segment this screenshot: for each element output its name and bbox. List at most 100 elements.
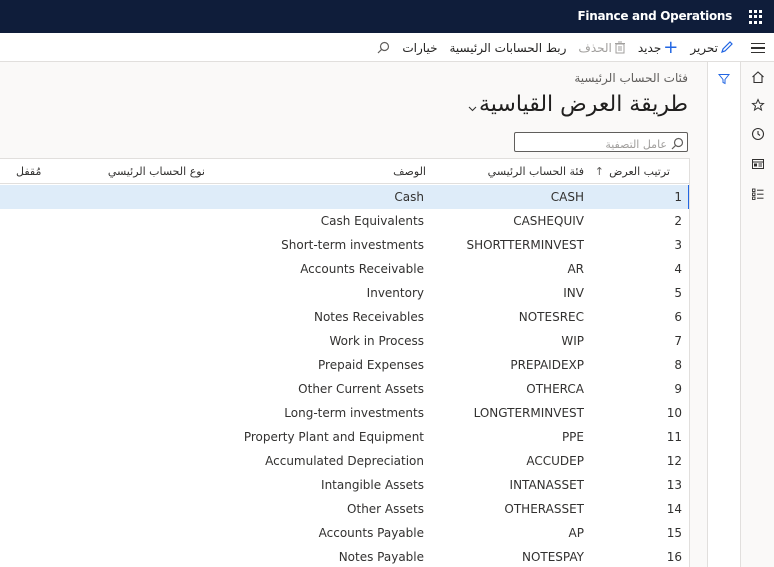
description-cell[interactable]: Accounts Payable bbox=[319, 526, 424, 540]
options-button[interactable]: خيارات bbox=[402, 41, 437, 55]
page-title[interactable]: طريقة العرض القياسية bbox=[479, 92, 688, 117]
category-cell[interactable]: SHORTTERMINVEST bbox=[466, 238, 584, 252]
category-cell[interactable]: OTHERASSET bbox=[504, 502, 584, 516]
app-launcher-icon[interactable] bbox=[749, 10, 763, 24]
link-main-accounts-button[interactable]: ربط الحسابات الرئيسية bbox=[450, 41, 567, 55]
table-row[interactable]: 13 INTANASSET Intangible Assets bbox=[0, 473, 689, 497]
description-cell[interactable]: Intangible Assets bbox=[321, 478, 424, 492]
description-cell[interactable]: Accumulated Depreciation bbox=[265, 454, 424, 468]
table-row[interactable]: 14 OTHERASSET Other Assets bbox=[0, 497, 689, 521]
action-search-button[interactable] bbox=[375, 41, 390, 56]
filter-icon[interactable] bbox=[717, 70, 731, 89]
description-cell[interactable]: Other Assets bbox=[347, 502, 424, 516]
description-cell[interactable]: Cash Equivalents bbox=[321, 214, 424, 228]
display-order-cell[interactable]: 1 bbox=[674, 190, 682, 204]
table-row[interactable]: 5 INV Inventory bbox=[0, 281, 689, 305]
display-order-cell[interactable]: 4 bbox=[674, 262, 682, 276]
navigation-bar bbox=[740, 62, 774, 567]
display-order-cell[interactable]: 7 bbox=[674, 334, 682, 348]
filter-input[interactable] bbox=[515, 135, 687, 154]
table-row[interactable]: 12 ACCUDEP Accumulated Depreciation bbox=[0, 449, 689, 473]
display-order-cell[interactable]: 9 bbox=[674, 382, 682, 396]
hamburger-menu-icon[interactable] bbox=[751, 43, 765, 53]
table-row[interactable]: 7 WIP Work in Process bbox=[0, 329, 689, 353]
category-cell[interactable]: NOTESREC bbox=[519, 310, 584, 324]
table-row[interactable]: 9 OTHERCA Other Current Assets bbox=[0, 377, 689, 401]
new-button[interactable]: + جديد bbox=[638, 37, 679, 58]
table-row[interactable]: 10 LONGTERMINVEST Long-term investments bbox=[0, 401, 689, 425]
table-row[interactable]: 2 CASHEQUIV Cash Equivalents bbox=[0, 209, 689, 233]
table-row[interactable]: 6 NOTESREC Notes Receivables bbox=[0, 305, 689, 329]
chevron-down-icon[interactable] bbox=[468, 104, 477, 113]
category-cell[interactable]: NOTESPAY bbox=[522, 550, 584, 564]
trash-icon bbox=[614, 41, 626, 56]
table-row[interactable]: 4 AR Accounts Receivable bbox=[0, 257, 689, 281]
description-cell[interactable]: Accounts Receivable bbox=[300, 262, 424, 276]
action-pane: تحرير + جديد الحذف ربط الحسابات الرئيسية… bbox=[0, 33, 774, 62]
display-order-cell[interactable]: 10 bbox=[667, 406, 682, 420]
pencil-icon bbox=[720, 40, 734, 56]
column-header-locked[interactable]: مُقفل bbox=[16, 165, 41, 178]
category-cell[interactable]: ACCUDEP bbox=[526, 454, 584, 468]
display-order-cell[interactable]: 3 bbox=[674, 238, 682, 252]
description-cell[interactable]: Property Plant and Equipment bbox=[244, 430, 424, 444]
display-order-cell[interactable]: 13 bbox=[667, 478, 682, 492]
description-cell[interactable]: Work in Process bbox=[330, 334, 424, 348]
column-header-account-type[interactable]: نوع الحساب الرئيسي bbox=[108, 165, 205, 178]
workspace-icon[interactable] bbox=[750, 157, 766, 173]
category-cell[interactable]: INV bbox=[563, 286, 584, 300]
description-cell[interactable]: Prepaid Expenses bbox=[318, 358, 424, 372]
display-order-cell[interactable]: 16 bbox=[667, 550, 682, 564]
column-header-display-order[interactable]: ترتيب العرض bbox=[609, 165, 670, 178]
plus-icon: + bbox=[663, 37, 679, 58]
home-icon[interactable] bbox=[750, 70, 766, 86]
table-row[interactable]: 11 PPE Property Plant and Equipment bbox=[0, 425, 689, 449]
filter-box bbox=[514, 132, 688, 154]
description-cell[interactable]: Short-term investments bbox=[281, 238, 424, 252]
link-label: ربط الحسابات الرئيسية bbox=[449, 41, 567, 55]
display-order-cell[interactable]: 2 bbox=[674, 214, 682, 228]
grid-header: ترتيب العرض ↑ فئة الحساب الرئيسي الوصف ن… bbox=[0, 159, 689, 184]
edit-button[interactable]: تحرير bbox=[690, 40, 734, 56]
category-cell[interactable]: AR bbox=[567, 262, 584, 276]
options-label: خيارات bbox=[402, 41, 438, 55]
column-header-category[interactable]: فئة الحساب الرئيسي bbox=[488, 165, 584, 178]
category-cell[interactable]: PREPAIDEXP bbox=[510, 358, 584, 372]
category-cell[interactable]: CASH bbox=[551, 190, 584, 204]
description-cell[interactable]: Notes Payable bbox=[339, 550, 424, 564]
display-order-cell[interactable]: 11 bbox=[667, 430, 682, 444]
modules-list-icon[interactable] bbox=[750, 187, 766, 203]
description-cell[interactable]: Long-term investments bbox=[284, 406, 424, 420]
display-order-cell[interactable]: 8 bbox=[674, 358, 682, 372]
app-title[interactable]: Finance and Operations bbox=[578, 9, 733, 23]
display-order-cell[interactable]: 14 bbox=[667, 502, 682, 516]
display-order-cell[interactable]: 12 bbox=[667, 454, 682, 468]
delete-label: الحذف bbox=[578, 41, 612, 55]
column-header-description[interactable]: الوصف bbox=[393, 165, 426, 178]
table-row[interactable]: 8 PREPAIDEXP Prepaid Expenses bbox=[0, 353, 689, 377]
delete-button[interactable]: الحذف bbox=[578, 41, 625, 56]
star-icon[interactable] bbox=[750, 98, 766, 114]
table-row[interactable]: 3 SHORTTERMINVEST Short-term investments bbox=[0, 233, 689, 257]
search-icon bbox=[377, 41, 390, 56]
edit-label: تحرير bbox=[690, 41, 718, 55]
description-cell[interactable]: Cash bbox=[394, 190, 424, 204]
description-cell[interactable]: Notes Receivables bbox=[314, 310, 424, 324]
table-row[interactable]: 1 CASH Cash bbox=[0, 185, 689, 209]
category-cell[interactable]: OTHERCA bbox=[526, 382, 584, 396]
table-row[interactable]: 16 NOTESPAY Notes Payable bbox=[0, 545, 689, 567]
display-order-cell[interactable]: 5 bbox=[674, 286, 682, 300]
category-cell[interactable]: AP bbox=[569, 526, 584, 540]
description-cell[interactable]: Other Current Assets bbox=[298, 382, 424, 396]
display-order-cell[interactable]: 15 bbox=[667, 526, 682, 540]
top-bar: Finance and Operations bbox=[0, 0, 774, 33]
category-cell[interactable]: INTANASSET bbox=[510, 478, 584, 492]
category-cell[interactable]: LONGTERMINVEST bbox=[474, 406, 584, 420]
display-order-cell[interactable]: 6 bbox=[674, 310, 682, 324]
table-row[interactable]: 15 AP Accounts Payable bbox=[0, 521, 689, 545]
category-cell[interactable]: PPE bbox=[562, 430, 584, 444]
category-cell[interactable]: WIP bbox=[561, 334, 584, 348]
category-cell[interactable]: CASHEQUIV bbox=[513, 214, 584, 228]
clock-icon[interactable] bbox=[750, 127, 766, 143]
description-cell[interactable]: Inventory bbox=[367, 286, 424, 300]
